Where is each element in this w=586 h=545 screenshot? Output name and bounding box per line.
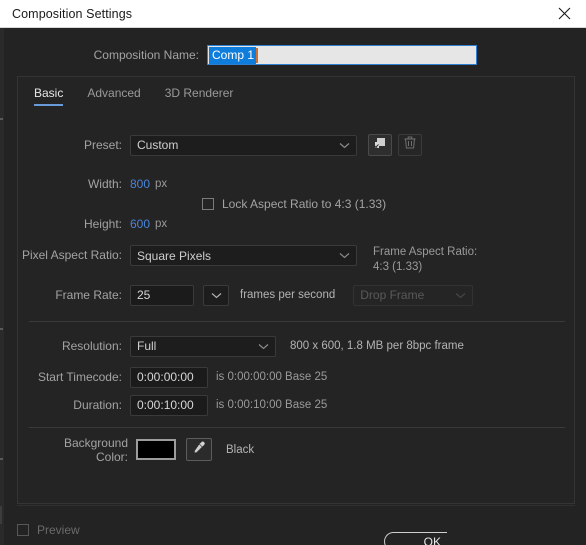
eyedropper-button[interactable] bbox=[186, 438, 212, 461]
tab-bar: Basic Advanced 3D Renderer bbox=[26, 82, 249, 106]
drop-frame-value: Drop Frame bbox=[360, 288, 424, 302]
preview-row: Preview bbox=[17, 523, 80, 537]
tab-3d-renderer[interactable]: 3D Renderer bbox=[157, 82, 250, 106]
preset-dropdown[interactable]: Custom bbox=[130, 135, 357, 156]
chevron-down-icon bbox=[339, 252, 350, 259]
frame-rate-unit: frames per second bbox=[240, 289, 335, 301]
frame-rate-value: 25 bbox=[137, 288, 150, 302]
dialog-footer: Preview bbox=[0, 504, 586, 545]
frame-aspect-ratio-block: Frame Aspect Ratio: 4:3 (1.33) bbox=[373, 245, 477, 275]
window-titlebar: Composition Settings bbox=[0, 0, 586, 28]
preset-row: Preset: Custom bbox=[18, 134, 576, 156]
divider bbox=[29, 321, 565, 322]
frame-rate-input[interactable]: 25 bbox=[130, 285, 194, 306]
delete-preset-button[interactable] bbox=[398, 134, 422, 156]
composition-name-input[interactable]: Comp 1 bbox=[207, 45, 477, 65]
background-color-row: Background Color: Black bbox=[29, 438, 254, 461]
tab-advanced[interactable]: Advanced bbox=[79, 82, 156, 106]
pixel-aspect-ratio-dropdown[interactable]: Square Pixels bbox=[130, 245, 357, 266]
start-timecode-info: is 0:00:00:00 Base 25 bbox=[216, 371, 327, 383]
close-icon bbox=[558, 7, 571, 20]
width-row: Width: 800 px bbox=[18, 173, 167, 195]
frame-rate-row: Frame Rate: 25 frames per second Drop Fr… bbox=[18, 284, 473, 306]
lock-aspect-label: Lock Aspect Ratio to 4:3 (1.33) bbox=[222, 197, 386, 211]
height-unit: px bbox=[155, 218, 167, 230]
divider bbox=[29, 427, 565, 428]
frame-rate-label: Frame Rate: bbox=[18, 288, 130, 302]
start-timecode-label: Start Timecode: bbox=[18, 370, 130, 384]
frame-aspect-ratio-value: 4:3 (1.33) bbox=[373, 260, 477, 275]
window-title: Composition Settings bbox=[12, 7, 132, 21]
preview-checkbox[interactable] bbox=[17, 524, 29, 536]
pixel-aspect-ratio-row: Pixel Aspect Ratio: Square Pixels Frame … bbox=[18, 245, 477, 279]
chevron-down-icon bbox=[339, 142, 350, 149]
frame-aspect-ratio-label: Frame Aspect Ratio: bbox=[373, 245, 477, 260]
save-preset-icon bbox=[373, 136, 387, 155]
composition-name-value: Comp 1 bbox=[209, 47, 256, 64]
ok-button-label: OK bbox=[424, 535, 441, 545]
start-timecode-row: Start Timecode: 0:00:00:00 is 0:00:00:00… bbox=[18, 366, 327, 388]
resolution-value: Full bbox=[137, 339, 156, 353]
text-caret bbox=[256, 48, 258, 63]
tab-basic[interactable]: Basic bbox=[26, 82, 79, 106]
chevron-down-icon bbox=[211, 286, 222, 304]
preview-label: Preview bbox=[37, 523, 80, 537]
background-color-name: Black bbox=[226, 444, 254, 456]
chevron-down-icon bbox=[455, 292, 466, 299]
footer-divider bbox=[17, 505, 575, 506]
pixel-aspect-ratio-value: Square Pixels bbox=[137, 249, 211, 263]
resolution-row: Resolution: Full 800 x 600, 1.8 MB per 8… bbox=[18, 335, 464, 357]
start-timecode-input[interactable]: 0:00:00:00 bbox=[130, 367, 208, 388]
lock-aspect-checkbox[interactable] bbox=[202, 198, 214, 210]
frame-rate-dropdown-button[interactable] bbox=[203, 285, 229, 306]
width-value[interactable]: 800 bbox=[130, 177, 150, 191]
duration-info: is 0:00:10:00 Base 25 bbox=[216, 399, 327, 411]
save-preset-button[interactable] bbox=[368, 134, 392, 156]
pixel-aspect-ratio-label: Pixel Aspect Ratio: bbox=[18, 245, 130, 266]
duration-input[interactable]: 0:00:10:00 bbox=[130, 395, 208, 416]
height-value[interactable]: 600 bbox=[130, 217, 150, 231]
edge-artifact bbox=[0, 118, 3, 120]
close-button[interactable] bbox=[542, 0, 586, 27]
composition-settings-dialog: Composition Name: Comp 1 Basic Advanced … bbox=[0, 28, 586, 545]
duration-label: Duration: bbox=[18, 398, 130, 412]
preset-label: Preset: bbox=[18, 138, 130, 152]
chevron-down-icon bbox=[258, 343, 269, 350]
width-unit: px bbox=[155, 178, 167, 190]
height-label: Height: bbox=[18, 217, 130, 231]
background-color-label: Background Color: bbox=[29, 436, 136, 464]
background-color-swatch[interactable] bbox=[136, 439, 176, 460]
settings-panel: Basic Advanced 3D Renderer Preset: Custo… bbox=[17, 76, 575, 504]
trash-icon bbox=[404, 136, 416, 154]
edge-artifact bbox=[0, 328, 3, 330]
left-edge-strip bbox=[0, 28, 4, 545]
ok-button[interactable]: OK bbox=[384, 532, 447, 545]
edge-artifact bbox=[0, 458, 3, 460]
eyedropper-icon bbox=[192, 440, 206, 459]
composition-name-row: Composition Name: Comp 1 bbox=[0, 44, 586, 66]
duration-value: 0:00:10:00 bbox=[137, 398, 194, 412]
lock-aspect-row: Lock Aspect Ratio to 4:3 (1.33) bbox=[202, 193, 386, 215]
resolution-info: 800 x 600, 1.8 MB per 8bpc frame bbox=[290, 340, 464, 352]
preset-value: Custom bbox=[137, 138, 178, 152]
duration-row: Duration: 0:00:10:00 is 0:00:10:00 Base … bbox=[18, 394, 327, 416]
start-timecode-value: 0:00:00:00 bbox=[137, 370, 194, 384]
height-row: Height: 600 px bbox=[18, 213, 167, 235]
resolution-label: Resolution: bbox=[18, 339, 130, 353]
width-label: Width: bbox=[18, 177, 130, 191]
composition-name-label: Composition Name: bbox=[0, 48, 207, 62]
resolution-dropdown[interactable]: Full bbox=[130, 336, 276, 357]
drop-frame-dropdown[interactable]: Drop Frame bbox=[353, 285, 473, 306]
